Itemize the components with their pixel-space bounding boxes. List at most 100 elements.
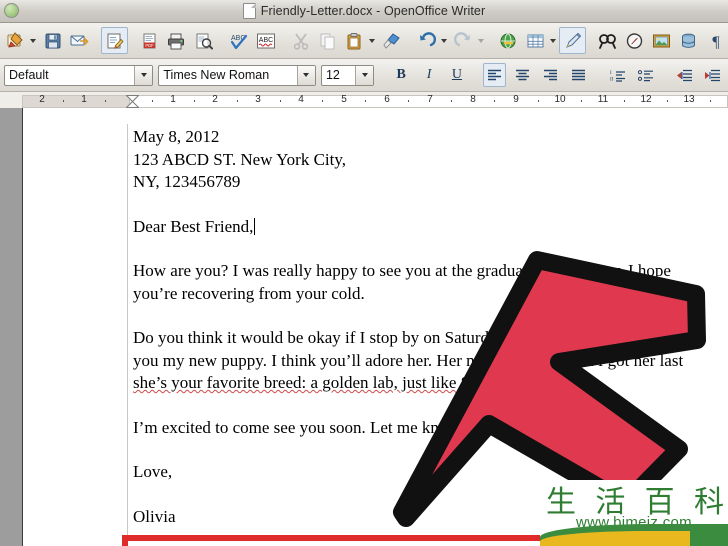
text-boundary-marker	[127, 124, 128, 546]
spelling-button[interactable]: ABC	[225, 27, 252, 54]
export-pdf-button[interactable]: PDF	[136, 27, 163, 54]
align-right-button[interactable]	[539, 63, 562, 87]
font-name-value: Times New Roman	[163, 68, 270, 82]
align-left-button[interactable]	[482, 63, 507, 87]
hyperlink-button[interactable]	[495, 27, 522, 54]
letter-date-block[interactable]: May 8, 2012 123 ABCD ST. New York City, …	[133, 126, 722, 194]
align-left-icon	[488, 69, 501, 80]
title-bar: Friendly-Letter.docx - OpenOffice Writer	[0, 0, 728, 23]
standard-toolbar: PDF ABC ABC ¶	[0, 23, 728, 59]
data-sources-button[interactable]	[675, 27, 702, 54]
align-center-icon	[515, 69, 529, 80]
ruler-label: 3	[255, 94, 261, 105]
openoffice-writer-window: Friendly-Letter.docx - OpenOffice Writer	[0, 0, 728, 546]
clone-formatting-button[interactable]	[378, 27, 405, 54]
body-line: Do you think it would be okay if I stop …	[133, 328, 580, 347]
bold-button[interactable]: B	[390, 63, 413, 87]
letter-date-line: May 8, 2012	[133, 127, 220, 146]
watermark-characters: 生 活 百 科	[546, 482, 724, 520]
cut-button[interactable]	[287, 27, 314, 54]
document-text[interactable]: May 8, 2012 123 ABCD ST. New York City, …	[133, 126, 722, 528]
letter-street-line: 123 ABCD ST. New York City,	[133, 149, 347, 169]
email-document-button[interactable]	[66, 27, 93, 54]
decrease-indent-button[interactable]	[673, 63, 696, 87]
edit-mode-button[interactable]	[101, 27, 128, 54]
ruler-label: 5	[341, 94, 347, 105]
print-preview-button[interactable]	[190, 27, 217, 54]
align-center-button[interactable]	[511, 63, 534, 87]
paragraph-style-combo[interactable]: Default	[4, 64, 154, 86]
insert-table-button[interactable]	[522, 27, 549, 54]
align-justified-button[interactable]	[567, 63, 590, 87]
redo-dropdown-arrow[interactable]	[478, 38, 484, 43]
letter-body-paragraph-1[interactable]: How are you? I was really happy to see y…	[133, 260, 722, 305]
italic-icon: I	[426, 67, 432, 82]
svg-text:¶: ¶	[712, 34, 720, 50]
svg-text:II: II	[610, 77, 614, 82]
indent-marker[interactable]	[126, 95, 139, 108]
find-replace-button[interactable]	[594, 27, 621, 54]
undo-dropdown-arrow[interactable]	[441, 38, 447, 43]
paste-button[interactable]	[341, 27, 368, 54]
copy-button[interactable]	[314, 27, 341, 54]
print-button[interactable]	[163, 27, 190, 54]
undo-button[interactable]	[413, 27, 440, 54]
letter-zip-line: NY, 123456789	[133, 172, 241, 191]
ruler-label: 1	[170, 94, 176, 105]
ordered-list-icon: I II	[610, 71, 626, 82]
table-dropdown-arrow[interactable]	[550, 38, 556, 43]
font-size-combo[interactable]: 12	[320, 64, 375, 86]
window-control-dot[interactable]	[4, 3, 19, 18]
gallery-button[interactable]	[648, 27, 675, 54]
ruler-label: 4	[298, 94, 304, 105]
svg-text:I: I	[610, 71, 612, 76]
ruler-label: 7	[427, 94, 433, 105]
ruler-label: 8	[470, 94, 476, 105]
letter-body-paragraph-2[interactable]: Do you think it would be okay if I stop …	[133, 327, 722, 395]
site-watermark: 生 活 百 科 www.bimeiz.com	[540, 480, 728, 546]
unordered-list-button[interactable]	[635, 63, 658, 87]
font-name-dropdown-arrow[interactable]	[296, 65, 315, 85]
paragraph-style-value: Default	[9, 68, 49, 82]
increase-indent-icon	[705, 69, 721, 81]
letter-signature-text: Olivia	[133, 506, 176, 526]
underline-button[interactable]: U	[446, 63, 469, 87]
body-line: you’re recovering from your cold.	[133, 283, 365, 303]
ruler-label: 2	[39, 94, 45, 105]
font-name-combo[interactable]: Times New Roman	[158, 64, 316, 86]
paste-dropdown-arrow[interactable]	[369, 38, 375, 43]
navigator-button[interactable]	[621, 27, 648, 54]
letter-closing-text: Love,	[133, 462, 173, 481]
formatting-marks-button[interactable]: ¶	[702, 27, 728, 54]
formatting-toolbar: Default Times New Roman 12 B I U I II	[0, 59, 728, 92]
letter-salutation-text: Dear Best Friend,	[133, 216, 254, 236]
window-controls[interactable]	[4, 3, 19, 18]
italic-button[interactable]: I	[418, 63, 441, 87]
toolbar-group-undo	[413, 27, 487, 54]
new-dropdown-arrow[interactable]	[30, 38, 36, 43]
toolbar-group-edit-mode	[101, 27, 128, 54]
redo-button[interactable]	[450, 27, 477, 54]
body-line: How are you? I was really happy to see y…	[133, 261, 671, 280]
letter-body-paragraph-3[interactable]: I’m excited to come see you soon. Let me…	[133, 417, 722, 440]
decrease-indent-icon	[677, 69, 693, 81]
font-size-dropdown-arrow[interactable]	[355, 65, 374, 85]
save-button[interactable]	[39, 27, 66, 54]
ruler-label: 2	[212, 94, 218, 105]
paragraph-style-dropdown-arrow[interactable]	[134, 65, 153, 85]
align-justified-icon	[571, 69, 585, 80]
increase-indent-button[interactable]	[701, 63, 724, 87]
ruler-label: 1	[81, 94, 87, 105]
toolbar-group-file	[2, 27, 93, 54]
document-area[interactable]: May 8, 2012 123 ABCD ST. New York City, …	[0, 108, 728, 546]
autospellcheck-button[interactable]: ABC	[252, 27, 279, 54]
font-size-value: 12	[325, 68, 340, 82]
ordered-list-button[interactable]: I II	[607, 63, 630, 87]
ruler-label: 9	[513, 94, 519, 105]
letter-salutation[interactable]: Dear Best Friend,	[133, 216, 722, 239]
toolbar-group-insert	[495, 27, 586, 54]
ruler-label: 12	[640, 94, 652, 105]
show-draw-functions-button[interactable]	[559, 27, 586, 54]
body-line: you my new puppy. I think you’ll adore h…	[133, 350, 684, 370]
new-document-button[interactable]	[2, 27, 29, 54]
